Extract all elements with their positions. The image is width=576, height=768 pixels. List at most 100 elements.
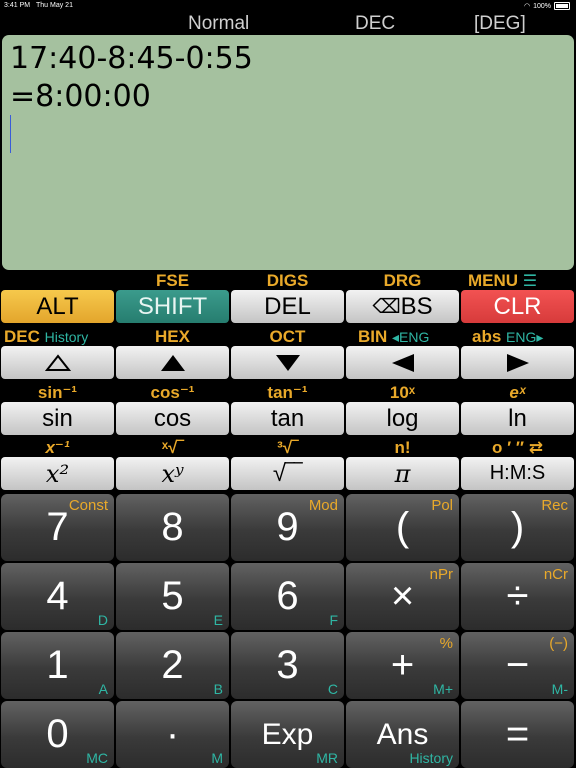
- clear-button[interactable]: CLR: [461, 290, 574, 323]
- angle-indicator: [DEG]: [474, 13, 526, 34]
- up-arrow-button[interactable]: [116, 346, 229, 379]
- backspace-icon: ⌫: [372, 296, 401, 318]
- square-button[interactable]: x²: [1, 457, 114, 490]
- menu-label-text: MENU: [468, 271, 519, 290]
- log-label: log: [386, 404, 419, 432]
- acos-label: cos⁻¹: [150, 383, 195, 402]
- up-outline-button[interactable]: [1, 346, 114, 379]
- pow10-label: 10ˣ: [389, 383, 416, 402]
- cos-label: cos: [153, 404, 192, 432]
- sqrt-button[interactable]: √‾‾: [231, 457, 344, 490]
- five-label: 5: [161, 574, 184, 618]
- close-paren-label: ): [510, 505, 525, 549]
- exp-button[interactable]: Exp MR: [231, 701, 344, 768]
- decimal-alt-label: M: [211, 750, 223, 766]
- atan-label: tan⁻¹: [267, 383, 308, 402]
- hex-label: HEX: [155, 327, 190, 346]
- battery-icon: [554, 2, 570, 10]
- sin-button[interactable]: sin: [1, 402, 114, 435]
- alt-button[interactable]: ALT: [1, 290, 114, 323]
- zero-alt-label: MC: [86, 750, 108, 766]
- hms-button[interactable]: H:M:S: [461, 457, 574, 490]
- calculator-display[interactable]: 17:40-8:45-0:55 =8:00:00: [2, 35, 574, 270]
- backspace-button[interactable]: ⌫ BS: [346, 290, 459, 323]
- four-button[interactable]: 4D: [1, 563, 114, 630]
- log-button[interactable]: log: [346, 402, 459, 435]
- exp-label: eˣ: [509, 383, 526, 402]
- del-button[interactable]: DEL: [231, 290, 344, 323]
- down-arrow-button[interactable]: [231, 346, 344, 379]
- pi-button[interactable]: π: [346, 457, 459, 490]
- three-label: 3: [276, 643, 299, 687]
- shift-button[interactable]: SHIFT: [116, 290, 229, 323]
- one-button[interactable]: 1A: [1, 632, 114, 699]
- left-arrow-button[interactable]: [346, 346, 459, 379]
- xroot-label: ˣ√‾: [161, 438, 184, 457]
- nine-secondary-label: Mod: [308, 497, 338, 514]
- two-button[interactable]: 2B: [116, 632, 229, 699]
- zero-button[interactable]: 0 MC: [1, 701, 114, 768]
- nine-button[interactable]: 9 Mod: [231, 494, 344, 561]
- battery-percent: 100%: [533, 2, 551, 10]
- minus-button[interactable]: − (−) M-: [461, 632, 574, 699]
- power-button[interactable]: xʸ: [116, 457, 229, 490]
- hms-label: H:M:S: [489, 462, 546, 484]
- open-paren-button[interactable]: ( Pol: [346, 494, 459, 561]
- open-paren-secondary-label: Pol: [431, 497, 453, 514]
- tan-button[interactable]: tan: [231, 402, 344, 435]
- ans-button[interactable]: Ans History: [346, 701, 459, 768]
- triangle-left-icon: [391, 353, 414, 372]
- seven-button[interactable]: 7 Const: [1, 494, 114, 561]
- sqrt-label: √‾‾: [272, 459, 303, 487]
- right-arrow-button[interactable]: [461, 346, 574, 379]
- ans-alt-label: History: [409, 750, 453, 766]
- power-label: xʸ: [161, 459, 184, 488]
- dec-text: DEC: [4, 327, 40, 346]
- plus-alt-label: M+: [433, 681, 453, 697]
- five-button[interactable]: 5E: [116, 563, 229, 630]
- inverse-label: x⁻¹: [45, 438, 70, 457]
- equals-button[interactable]: =: [461, 701, 574, 768]
- eng-right-label: ENG▸: [506, 329, 544, 345]
- expression-line: 17:40-8:45-0:55: [10, 41, 253, 76]
- open-paren-label: (: [395, 505, 410, 549]
- status-right: ◠ 100%: [524, 2, 570, 10]
- minus-label: −: [505, 643, 530, 687]
- dec-label: DEC History: [4, 327, 88, 347]
- tan-label: tan: [270, 404, 305, 432]
- minus-alt-label: M-: [551, 681, 568, 697]
- decimal-label: ·: [165, 712, 180, 756]
- three-button[interactable]: 3C: [231, 632, 344, 699]
- minus-secondary-label: (−): [549, 635, 568, 652]
- eight-button[interactable]: 8: [116, 494, 229, 561]
- text-cursor: [10, 115, 11, 153]
- oct-label: OCT: [269, 327, 306, 346]
- plus-button[interactable]: +% M+: [346, 632, 459, 699]
- sin-label: sin: [42, 404, 73, 432]
- multiply-secondary-label: nPr: [429, 566, 453, 583]
- nine-label: 9: [276, 505, 299, 549]
- bin-text: BIN: [358, 327, 388, 346]
- close-paren-button[interactable]: ) Rec: [461, 494, 574, 561]
- seven-secondary-label: Const: [68, 497, 108, 514]
- six-label: 6: [276, 574, 299, 618]
- menu-icon: ☰: [522, 273, 538, 290]
- close-paren-secondary-label: Rec: [541, 497, 568, 514]
- factorial-label: n!: [394, 438, 411, 457]
- cos-button[interactable]: cos: [116, 402, 229, 435]
- decimal-button[interactable]: · M: [116, 701, 229, 768]
- triangle-right-icon: [506, 353, 529, 372]
- divide-button[interactable]: ÷ nCr: [461, 563, 574, 630]
- bin-label: BIN ◂ENG: [358, 327, 429, 347]
- del-label: DEL: [264, 292, 311, 320]
- four-alt-label: D: [97, 612, 108, 628]
- exp-label: Exp: [261, 717, 314, 751]
- status-time: 3:41 PM: [4, 2, 31, 9]
- divide-secondary-label: nCr: [543, 566, 568, 583]
- ln-button[interactable]: ln: [461, 402, 574, 435]
- six-button[interactable]: 6F: [231, 563, 344, 630]
- five-alt-label: E: [213, 612, 223, 628]
- four-label: 4: [46, 574, 69, 618]
- plus-label: +: [390, 643, 415, 687]
- multiply-button[interactable]: × nPr: [346, 563, 459, 630]
